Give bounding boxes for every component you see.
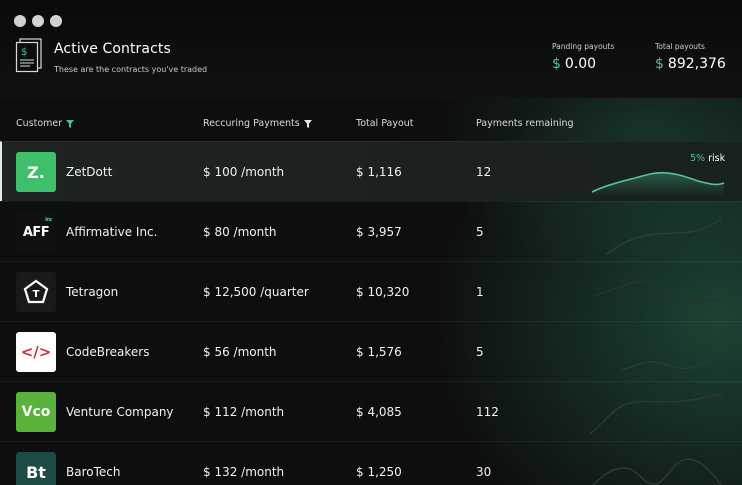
payments-remaining: 112 <box>476 405 499 419</box>
logo-text: Vco <box>21 404 51 420</box>
total-payout: $ 1,576 <box>356 345 402 359</box>
total-payout: $ 1,250 <box>356 465 402 479</box>
recurring-payment: $ 132 /month <box>203 465 285 479</box>
contract-document-icon: $ <box>15 38 42 73</box>
code-brackets-logo: </> <box>16 332 56 372</box>
page-subtitle: These are the contracts you've traded <box>54 65 208 74</box>
customer-name: Venture Company <box>66 405 174 419</box>
customer-name: CodeBreakers <box>66 345 150 359</box>
logo-text: Bt <box>26 462 46 482</box>
total-payouts: Total payouts $892,376 <box>655 42 726 72</box>
pending-currency-symbol: $ <box>552 56 561 72</box>
table-row[interactable]: AFF Inc Affirmative Inc. $ 80 /month $ 3… <box>0 201 742 261</box>
table-row[interactable]: Bt BaroTech $ 132 /month $ 1,250 30 <box>0 441 742 485</box>
venture-logo: Vco <box>16 392 56 432</box>
zetdott-logo: Z. <box>16 152 56 192</box>
column-header-total-payout-label: Total Payout <box>356 118 414 129</box>
logo-text: Z. <box>27 162 45 182</box>
column-header-customer[interactable]: Customer <box>16 118 75 129</box>
total-payout: $ 1,116 <box>356 165 402 179</box>
page-header: $ Active Contracts These are the contrac… <box>0 0 742 98</box>
pending-payouts-value: 0.00 <box>564 56 597 72</box>
window-minimize-button[interactable] <box>32 15 44 27</box>
column-header-payments-remaining-label: Payments remaining <box>476 118 574 129</box>
pending-payouts: Panding payouts $0.00 <box>552 42 614 72</box>
window-controls <box>14 15 62 27</box>
customer-name: Affirmative Inc. <box>66 225 158 239</box>
recurring-payment: $ 80 /month <box>203 225 277 239</box>
window-close-button[interactable] <box>14 15 26 27</box>
column-header-total-payout[interactable]: Total Payout <box>356 118 414 129</box>
window-maximize-button[interactable] <box>50 15 62 27</box>
column-header-payments-remaining[interactable]: Payments remaining <box>476 118 574 129</box>
filter-icon[interactable] <box>66 119 75 128</box>
total-payouts-value: 892,376 <box>667 56 726 72</box>
payments-remaining: 1 <box>476 285 484 299</box>
table-row[interactable]: T Tetragon $ 12,500 /quarter $ 10,320 1 <box>0 261 742 321</box>
risk-sparkline <box>605 217 723 255</box>
app-window: $ Active Contracts These are the contrac… <box>0 0 742 485</box>
payments-remaining: 12 <box>476 165 492 179</box>
risk-sparkline <box>621 351 723 371</box>
recurring-payment: $ 100 /month <box>203 165 285 179</box>
recurring-payment: $ 112 /month <box>203 405 285 419</box>
payments-remaining: 5 <box>476 345 484 359</box>
logo-superscript: Inc <box>45 217 52 223</box>
svg-text:$: $ <box>21 47 27 58</box>
total-payout: $ 10,320 <box>356 285 410 299</box>
risk-sparkline <box>591 171 725 196</box>
column-header-recurring[interactable]: Reccuring Payments <box>203 118 312 129</box>
total-payouts-label: Total payouts <box>655 42 705 51</box>
recurring-payment: $ 56 /month <box>203 345 277 359</box>
total-payout: $ 4,085 <box>356 405 402 419</box>
logo-text: </> <box>20 343 52 361</box>
total-payout: $ 3,957 <box>356 225 402 239</box>
customer-name: BaroTech <box>66 465 121 479</box>
customer-name: Tetragon <box>66 285 119 299</box>
customer-name: ZetDott <box>66 165 113 179</box>
risk-sparkline <box>592 458 723 485</box>
column-header-recurring-label: Reccuring Payments <box>203 118 300 129</box>
table-row[interactable]: Vco Venture Company $ 112 /month $ 4,085… <box>0 381 742 441</box>
total-payouts-value-row: $892,376 <box>655 56 726 72</box>
page-title: Active Contracts <box>54 41 171 57</box>
logo-text: AFF <box>22 224 50 240</box>
table-row[interactable]: </> CodeBreakers $ 56 /month $ 1,576 5 <box>0 321 742 381</box>
payments-remaining: 5 <box>476 225 484 239</box>
column-header-customer-label: Customer <box>16 118 63 129</box>
pending-payouts-value-row: $0.00 <box>552 56 614 72</box>
logo-text: T <box>33 289 40 300</box>
recurring-payment: $ 12,500 /quarter <box>203 285 309 299</box>
payments-remaining: 30 <box>476 465 492 479</box>
affirmative-logo: AFF Inc <box>16 212 56 252</box>
barotech-logo: Bt <box>16 452 56 485</box>
risk-sparkline <box>589 393 723 435</box>
pentagon-icon: T <box>23 279 49 304</box>
filter-icon[interactable] <box>303 119 312 128</box>
risk-sparkline <box>593 280 723 302</box>
pending-payouts-label: Panding payouts <box>552 42 615 51</box>
table-row[interactable]: Z. ZetDott $ 100 /month $ 1,116 12 5% ri… <box>0 141 742 201</box>
tetragon-logo: T <box>16 272 56 312</box>
total-currency-symbol: $ <box>655 56 664 72</box>
